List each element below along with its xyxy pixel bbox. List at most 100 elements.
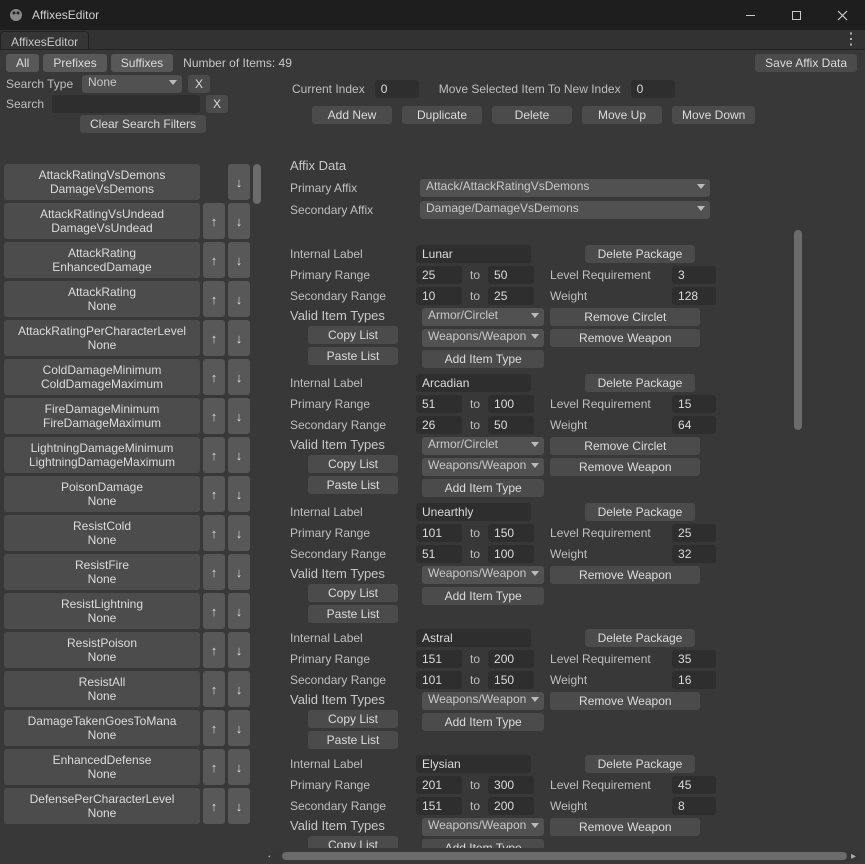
primary-range-max-input[interactable] xyxy=(488,650,534,668)
affix-card[interactable]: LightningDamageMinimumLightningDamageMax… xyxy=(4,437,200,473)
secondary-range-min-input[interactable] xyxy=(416,545,462,563)
move-up-small-button[interactable]: ↑ xyxy=(203,203,225,239)
horizontal-scrollbar[interactable]: ◂ ▸ xyxy=(270,850,859,862)
affix-card[interactable]: ResistColdNone xyxy=(4,515,200,551)
secondary-range-min-input[interactable] xyxy=(416,671,462,689)
affix-card[interactable]: ResistFireNone xyxy=(4,554,200,590)
affix-card[interactable]: AttackRatingVsDemonsDamageVsDemons xyxy=(4,164,200,200)
remove-item-type-button[interactable]: Remove Circlet xyxy=(550,308,700,326)
move-up-button[interactable]: Move Up xyxy=(582,106,662,124)
list-scrollbar[interactable] xyxy=(251,160,263,848)
move-down-small-button[interactable]: ↓ xyxy=(228,281,250,317)
move-up-small-button[interactable]: ↑ xyxy=(203,398,225,434)
delete-package-button[interactable]: Delete Package xyxy=(585,245,695,263)
save-affix-button[interactable]: Save Affix Data xyxy=(755,54,857,72)
primary-range-min-input[interactable] xyxy=(416,524,462,542)
remove-item-type-button[interactable]: Remove Weapon xyxy=(550,329,700,347)
affix-card[interactable]: ColdDamageMinimumColdDamageMaximum xyxy=(4,359,200,395)
current-index-input[interactable] xyxy=(375,80,419,98)
move-up-small-button[interactable]: ↑ xyxy=(203,632,225,668)
move-up-small-button[interactable]: ↑ xyxy=(203,593,225,629)
add-item-type-button[interactable]: Add Item Type xyxy=(422,587,544,605)
weight-input[interactable] xyxy=(672,797,716,815)
level-req-input[interactable] xyxy=(672,524,716,542)
move-down-small-button[interactable]: ↓ xyxy=(228,164,250,200)
move-down-small-button[interactable]: ↓ xyxy=(228,242,250,278)
affix-card[interactable]: AttackRatingEnhancedDamage xyxy=(4,242,200,278)
secondary-range-min-input[interactable] xyxy=(416,416,462,434)
delete-package-button[interactable]: Delete Package xyxy=(585,629,695,647)
add-item-type-button[interactable]: Add Item Type xyxy=(422,839,544,848)
paste-list-button[interactable]: Paste List xyxy=(308,731,398,749)
move-index-input[interactable] xyxy=(631,80,675,98)
remove-item-type-button[interactable]: Remove Weapon xyxy=(550,692,700,710)
move-down-small-button[interactable]: ↓ xyxy=(228,671,250,707)
add-new-button[interactable]: Add New xyxy=(312,106,392,124)
weight-input[interactable] xyxy=(672,545,716,563)
close-button[interactable] xyxy=(819,0,865,30)
move-up-small-button[interactable]: ↑ xyxy=(203,671,225,707)
weight-input[interactable] xyxy=(672,671,716,689)
copy-list-button[interactable]: Copy List xyxy=(308,710,398,728)
move-up-small-button[interactable]: ↑ xyxy=(203,437,225,473)
internal-label-input[interactable] xyxy=(416,503,531,521)
affix-card[interactable]: ResistAllNone xyxy=(4,671,200,707)
delete-package-button[interactable]: Delete Package xyxy=(585,503,695,521)
primary-affix-dropdown[interactable]: Attack/AttackRatingVsDemons xyxy=(420,179,710,197)
primary-range-min-input[interactable] xyxy=(416,395,462,413)
add-item-type-button[interactable]: Add Item Type xyxy=(422,713,544,731)
primary-range-max-input[interactable] xyxy=(488,395,534,413)
move-down-small-button[interactable]: ↓ xyxy=(228,398,250,434)
move-down-small-button[interactable]: ↓ xyxy=(228,710,250,746)
valid-item-type-dropdown[interactable]: Weapons/Weapon xyxy=(422,818,544,836)
move-down-small-button[interactable]: ↓ xyxy=(228,632,250,668)
filter-all-button[interactable]: All xyxy=(6,54,39,72)
paste-list-button[interactable]: Paste List xyxy=(308,605,398,623)
move-down-small-button[interactable]: ↓ xyxy=(228,554,250,590)
affix-card[interactable]: AttackRatingVsUndeadDamageVsUndead xyxy=(4,203,200,239)
move-up-small-button[interactable]: ↑ xyxy=(203,242,225,278)
affix-card[interactable]: ResistPoisonNone xyxy=(4,632,200,668)
affix-card[interactable]: AttackRatingPerCharacterLevelNone xyxy=(4,320,200,356)
internal-label-input[interactable] xyxy=(416,629,531,647)
move-down-small-button[interactable]: ↓ xyxy=(228,593,250,629)
move-up-small-button[interactable]: ↑ xyxy=(203,788,225,824)
delete-package-button[interactable]: Delete Package xyxy=(585,755,695,773)
scroll-right-arrow-icon[interactable]: ▸ xyxy=(851,851,861,861)
copy-list-button[interactable]: Copy List xyxy=(308,584,398,602)
delete-button[interactable]: Delete xyxy=(492,106,572,124)
secondary-range-max-input[interactable] xyxy=(488,797,534,815)
move-down-small-button[interactable]: ↓ xyxy=(228,749,250,785)
valid-item-type-dropdown[interactable]: Weapons/Weapon xyxy=(422,329,544,347)
valid-item-type-dropdown[interactable]: Weapons/Weapon xyxy=(422,458,544,476)
move-down-small-button[interactable]: ↓ xyxy=(228,203,250,239)
valid-item-type-dropdown[interactable]: Weapons/Weapon xyxy=(422,566,544,584)
level-req-input[interactable] xyxy=(672,776,716,794)
affix-card[interactable]: DamageTakenGoesToManaNone xyxy=(4,710,200,746)
clear-search-filters-button[interactable]: Clear Search Filters xyxy=(80,115,206,133)
secondary-range-max-input[interactable] xyxy=(488,545,534,563)
filter-prefixes-button[interactable]: Prefixes xyxy=(43,54,106,72)
secondary-range-min-input[interactable] xyxy=(416,287,462,305)
primary-range-max-input[interactable] xyxy=(488,524,534,542)
internal-label-input[interactable] xyxy=(416,245,531,263)
filter-suffixes-button[interactable]: Suffixes xyxy=(111,54,173,72)
primary-range-min-input[interactable] xyxy=(416,650,462,668)
delete-package-button[interactable]: Delete Package xyxy=(585,374,695,392)
secondary-affix-dropdown[interactable]: Damage/DamageVsDemons xyxy=(420,201,710,219)
level-req-input[interactable] xyxy=(672,266,716,284)
move-up-small-button[interactable]: ↑ xyxy=(203,476,225,512)
primary-range-min-input[interactable] xyxy=(416,776,462,794)
remove-item-type-button[interactable]: Remove Weapon xyxy=(550,566,700,584)
secondary-range-max-input[interactable] xyxy=(488,287,534,305)
valid-item-type-dropdown[interactable]: Armor/Circlet xyxy=(422,437,544,455)
remove-item-type-button[interactable]: Remove Weapon xyxy=(550,818,700,836)
valid-item-type-dropdown[interactable]: Armor/Circlet xyxy=(422,308,544,326)
primary-range-max-input[interactable] xyxy=(488,776,534,794)
internal-label-input[interactable] xyxy=(416,755,531,773)
move-down-small-button[interactable]: ↓ xyxy=(228,788,250,824)
maximize-button[interactable] xyxy=(773,0,819,30)
affix-card[interactable]: AttackRatingNone xyxy=(4,281,200,317)
affix-card[interactable]: PoisonDamageNone xyxy=(4,476,200,512)
affix-card[interactable]: DefensePerCharacterLevelNone xyxy=(4,788,200,824)
